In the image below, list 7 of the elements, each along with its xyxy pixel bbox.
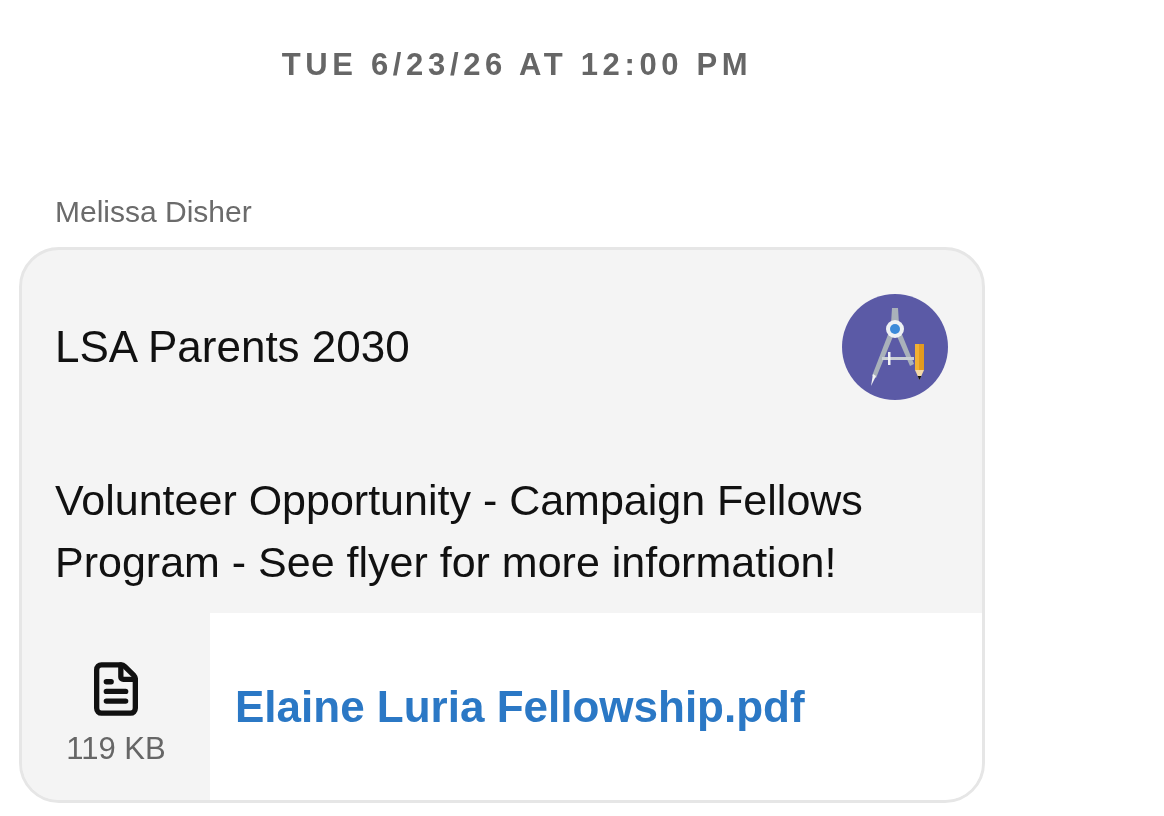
message-text: Volunteer Opportunity - Campaign Fellows Program - See flyer for more information! <box>55 475 864 588</box>
compass-avatar-icon <box>842 294 948 400</box>
sender-name: Melissa Disher <box>55 195 252 228</box>
message-timestamp: TUE 6/23/26 AT 12:00 PM <box>281 49 753 80</box>
file-size: 119 KB <box>66 733 166 764</box>
group-name: LSA Parents 2030 <box>55 325 410 369</box>
attachment-link[interactable]: Elaine Luria Fellowship.pdf <box>235 684 805 729</box>
